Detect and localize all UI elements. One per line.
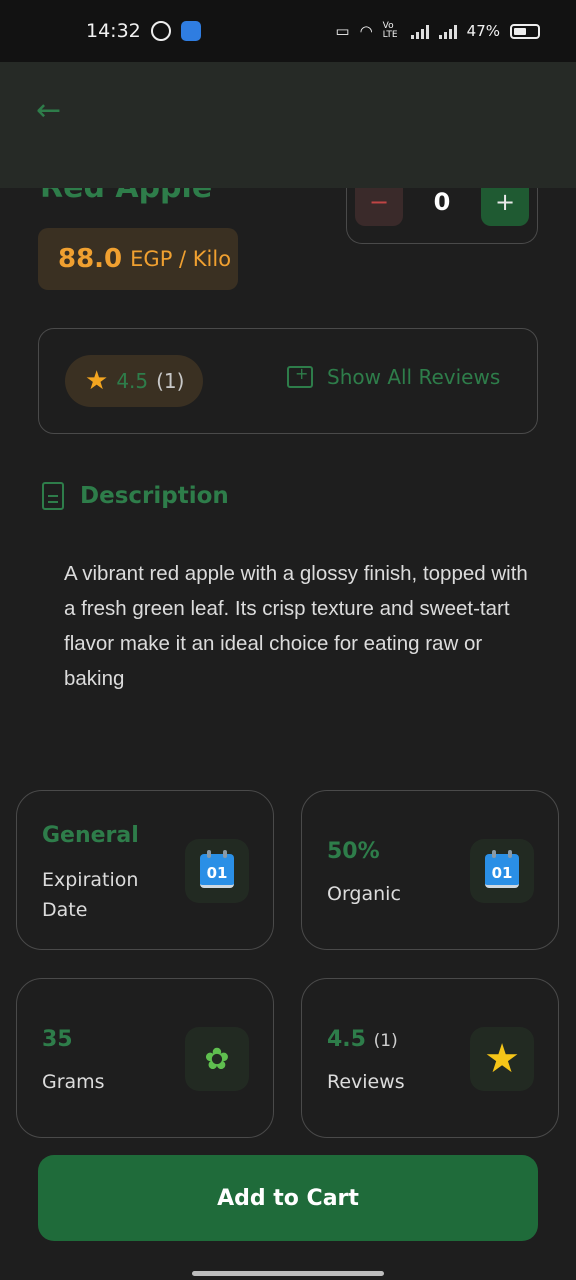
description-text: A vibrant red apple with a glossy finish…: [64, 562, 528, 690]
card-value: General: [42, 823, 139, 848]
android-icon: [180, 21, 201, 41]
card-rating-count: (1): [373, 1031, 398, 1051]
show-all-reviews-label: Show All Reviews: [327, 365, 501, 389]
app-bar: ←: [0, 62, 576, 188]
card-rating-value: 4.5: [327, 1027, 366, 1052]
screen-record-icon: ▭: [335, 22, 350, 40]
price-value: 88.0: [58, 244, 123, 274]
home-indicator[interactable]: [192, 1271, 384, 1276]
card-value: 4.5 (1): [327, 1027, 398, 1052]
rating-value: 4.5: [116, 369, 149, 393]
card-icon-box: ✿: [185, 1027, 249, 1091]
quantity-value: 0: [433, 188, 451, 216]
plant-hand-icon: ✿: [204, 1041, 230, 1077]
reviews-section: ★ 4.5 (1) Show All Reviews: [38, 328, 538, 434]
back-arrow-icon[interactable]: ←: [36, 96, 68, 128]
signal-icon: [410, 23, 429, 39]
battery-percent: 47%: [466, 22, 500, 40]
show-all-reviews-button[interactable]: Show All Reviews: [287, 364, 501, 389]
card-value: 35: [42, 1027, 73, 1052]
volte-label: Vo LTE: [382, 21, 398, 40]
rating-pill: ★ 4.5 (1): [65, 355, 203, 407]
card-label: Reviews: [327, 1071, 405, 1093]
star-icon: ★: [85, 366, 109, 396]
description-title: Description: [80, 483, 229, 509]
description-header: Description: [42, 482, 229, 510]
calendar-icon: 01: [485, 850, 519, 888]
signal-icon-2: [438, 23, 457, 39]
card-label: Organic: [327, 883, 401, 905]
card-icon-box: 01: [185, 839, 249, 903]
info-card-expiration: General Expiration Date 01: [16, 790, 274, 950]
battery-icon: [510, 23, 540, 39]
wifi-icon: ◠: [359, 22, 373, 40]
price-badge: 88.0 EGP / Kilo: [38, 228, 238, 290]
price-unit: EGP / Kilo: [130, 247, 232, 271]
rating-count: (1): [156, 369, 185, 393]
review-chat-icon: [287, 364, 313, 388]
card-label: Grams: [42, 1071, 105, 1093]
card-icon-box: ★: [470, 1027, 534, 1091]
star-icon: ★: [484, 1036, 520, 1082]
whatsapp-icon: [150, 21, 171, 41]
document-icon: [42, 482, 64, 510]
card-label: Expiration Date: [42, 869, 139, 921]
add-to-cart-button[interactable]: Add to Cart: [38, 1155, 538, 1241]
info-card-reviews: 4.5 (1) Reviews ★: [301, 978, 559, 1138]
info-card-grams: 35 Grams ✿: [16, 978, 274, 1138]
calendar-icon: 01: [200, 850, 234, 888]
card-icon-box: 01: [470, 839, 534, 903]
status-bar: 14:32 ▭ ◠ Vo LTE 47%: [0, 0, 576, 62]
status-time: 14:32: [86, 20, 141, 42]
card-value: 50%: [327, 839, 380, 864]
info-card-organic: 50% Organic 01: [301, 790, 559, 950]
